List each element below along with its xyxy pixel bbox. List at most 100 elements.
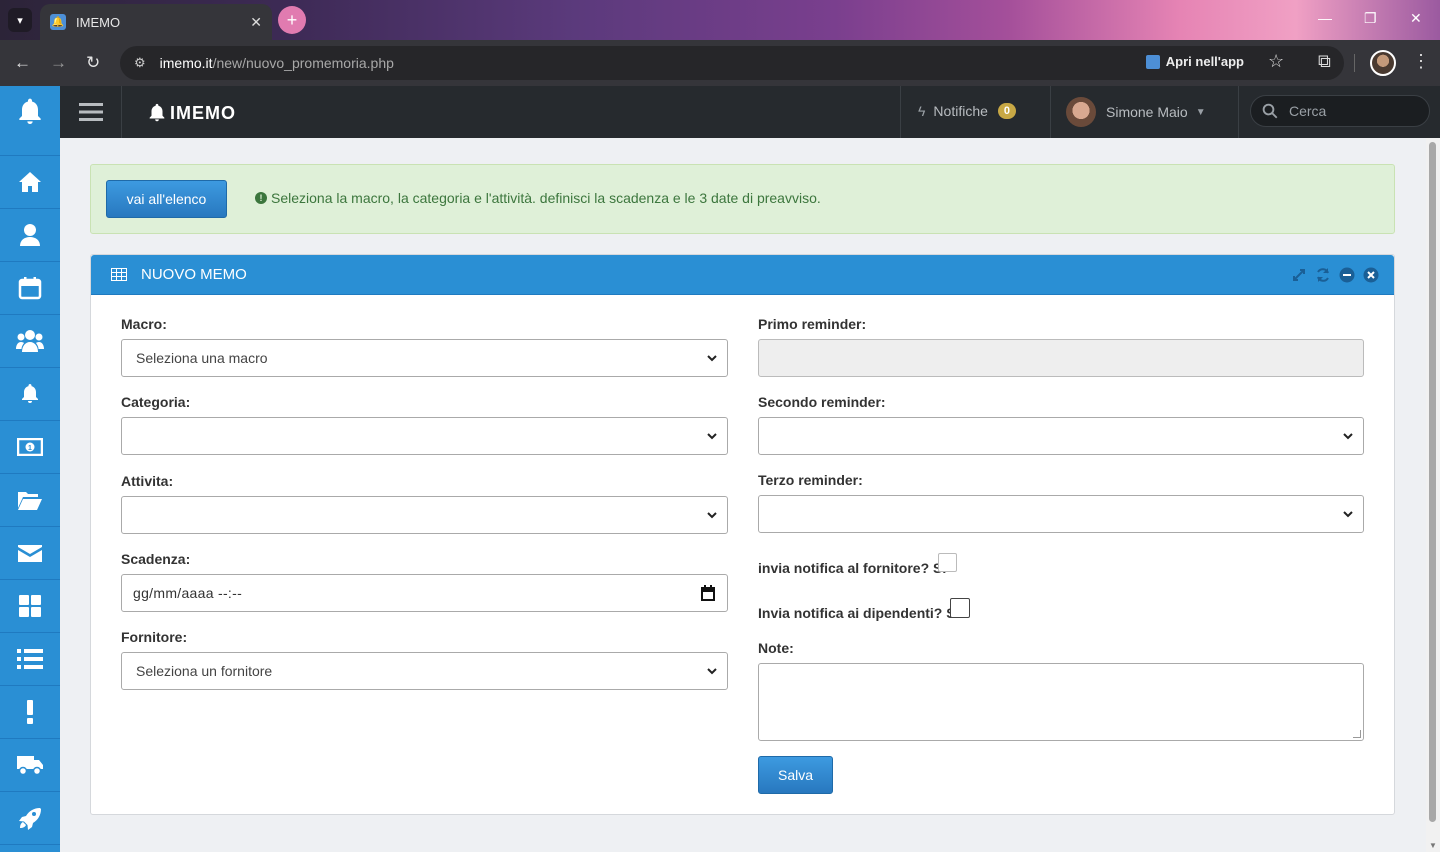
alert-text: Seleziona la macro, la categoria e l'att… bbox=[271, 190, 821, 206]
note-textarea[interactable] bbox=[758, 663, 1364, 741]
new-tab-button[interactable]: + bbox=[278, 6, 306, 34]
menu-toggle-icon[interactable] bbox=[60, 86, 122, 138]
header-divider bbox=[900, 86, 901, 138]
user-name: Simone Maio bbox=[1106, 104, 1188, 120]
calendar-icon bbox=[18, 277, 42, 300]
dashboard-icon bbox=[19, 595, 41, 617]
money-icon: 1 bbox=[17, 438, 43, 456]
open-in-app-button[interactable]: Apri nell'app bbox=[1145, 54, 1244, 69]
sidebar-item-dashboard[interactable] bbox=[0, 580, 60, 633]
attivita-label: Attivita: bbox=[121, 473, 174, 489]
macro-select[interactable]: Seleziona una macro bbox=[121, 339, 728, 377]
minimize-icon[interactable]: — bbox=[1318, 10, 1332, 26]
macro-label: Macro: bbox=[121, 316, 167, 332]
bookmark-star-icon[interactable]: ☆ bbox=[1268, 51, 1284, 72]
app-icon bbox=[1145, 54, 1160, 69]
save-button[interactable]: Salva bbox=[758, 756, 833, 794]
profile-avatar[interactable] bbox=[1370, 50, 1396, 76]
sidebar-item-reminders[interactable] bbox=[0, 368, 60, 421]
attivita-select[interactable] bbox=[121, 496, 728, 534]
terzo-reminder-select[interactable] bbox=[758, 495, 1364, 533]
chevron-down-icon bbox=[1343, 433, 1353, 440]
sidebar-item-calendar[interactable] bbox=[0, 262, 60, 315]
extensions-icon[interactable]: ⧉ bbox=[1318, 51, 1331, 72]
sidebar-item-payments[interactable]: 1 bbox=[0, 421, 60, 474]
sidebar-item-alerts[interactable] bbox=[0, 686, 60, 739]
sidebar-item-users[interactable] bbox=[0, 315, 60, 368]
sidebar-item-user[interactable] bbox=[0, 209, 60, 262]
sidebar-item-documents[interactable] bbox=[0, 474, 60, 527]
users-icon bbox=[16, 330, 44, 352]
expand-icon[interactable] bbox=[1290, 266, 1308, 284]
fornitore-select[interactable]: Seleziona un fornitore bbox=[121, 652, 728, 690]
sidebar-spacer bbox=[0, 138, 60, 156]
sidebar-item-suppliers[interactable] bbox=[0, 739, 60, 792]
folder-open-icon bbox=[18, 492, 42, 510]
sidebar-item-messages[interactable] bbox=[0, 527, 60, 580]
chevron-down-icon bbox=[707, 668, 717, 675]
chevron-down-icon bbox=[707, 355, 717, 362]
favicon-icon: 🔔 bbox=[50, 14, 66, 30]
caret-down-icon: ▼ bbox=[1195, 106, 1206, 118]
main-content: vai all'elenco ! Seleziona la macro, la … bbox=[60, 138, 1426, 852]
maximize-icon[interactable]: ❐ bbox=[1364, 10, 1377, 27]
fornitore-label: Fornitore: bbox=[121, 629, 188, 645]
secondo-reminder-select[interactable] bbox=[758, 417, 1364, 455]
panel-tools bbox=[1290, 266, 1380, 284]
notifica-fornitore-checkbox[interactable] bbox=[938, 553, 957, 572]
logo-bell-icon[interactable] bbox=[0, 86, 60, 138]
scadenza-datetime-input[interactable]: gg/mm/aaaa --:-- bbox=[121, 574, 728, 612]
tab-search-icon[interactable]: ▾ bbox=[8, 8, 32, 32]
collapse-icon[interactable] bbox=[1338, 266, 1356, 284]
sidebar-item-home[interactable] bbox=[0, 156, 60, 209]
window-close-icon[interactable]: ✕ bbox=[1410, 10, 1422, 27]
bolt-icon: ϟ bbox=[918, 103, 926, 119]
user-menu[interactable]: Simone Maio ▼ bbox=[1066, 97, 1206, 127]
reload-icon[interactable]: ↻ bbox=[86, 53, 100, 73]
sidebar-item-list[interactable] bbox=[0, 633, 60, 686]
brand-logo[interactable]: IMEMO bbox=[146, 102, 236, 124]
refresh-icon[interactable] bbox=[1314, 266, 1332, 284]
home-icon bbox=[19, 172, 41, 192]
browser-menu-icon[interactable]: ⋮ bbox=[1412, 51, 1430, 72]
search-input[interactable]: Cerca bbox=[1250, 95, 1430, 127]
scrollbar-thumb[interactable] bbox=[1429, 142, 1436, 822]
toolbar-divider bbox=[1354, 54, 1355, 72]
rocket-icon bbox=[19, 808, 41, 830]
panel-title: NUOVO MEMO bbox=[141, 266, 247, 283]
notifica-dipendenti-label: Invia notifica ai dipendenti? SI bbox=[758, 605, 960, 621]
chevron-down-icon bbox=[707, 512, 717, 519]
notifica-dipendenti-checkbox[interactable] bbox=[950, 598, 970, 618]
calendar-picker-icon[interactable] bbox=[701, 585, 715, 601]
sidebar-item-launch[interactable] bbox=[0, 792, 60, 845]
panel-header: NUOVO MEMO bbox=[91, 255, 1394, 295]
header-divider bbox=[1050, 86, 1051, 138]
terzo-reminder-label: Terzo reminder: bbox=[758, 472, 863, 488]
browser-tab[interactable]: 🔔 IMEMO ✕ bbox=[40, 4, 272, 40]
table-icon bbox=[111, 268, 127, 281]
sidebar: 1 bbox=[0, 138, 60, 852]
page-scrollbar[interactable]: ▼ bbox=[1426, 138, 1440, 852]
header-divider bbox=[1238, 86, 1239, 138]
exclamation-icon bbox=[27, 700, 33, 724]
go-to-list-button[interactable]: vai all'elenco bbox=[106, 180, 227, 218]
forward-icon[interactable]: → bbox=[50, 53, 67, 73]
back-icon[interactable]: ← bbox=[14, 53, 31, 73]
primo-reminder-input bbox=[758, 339, 1364, 377]
bell-icon bbox=[22, 384, 38, 403]
scadenza-placeholder: gg/mm/aaaa --:-- bbox=[133, 585, 243, 601]
new-memo-panel: NUOVO MEMO Macro: Seleziona una macro Ca… bbox=[90, 254, 1395, 815]
resize-handle[interactable] bbox=[1353, 730, 1361, 738]
browser-tab-bar: ▾ 🔔 IMEMO ✕ + — ❐ ✕ bbox=[0, 0, 1440, 40]
search-placeholder: Cerca bbox=[1289, 103, 1327, 119]
scroll-down-icon[interactable]: ▼ bbox=[1429, 841, 1437, 850]
truck-icon bbox=[17, 756, 43, 776]
categoria-select[interactable] bbox=[121, 417, 728, 455]
notifications-button[interactable]: ϟ Notifiche 0 bbox=[918, 103, 1017, 119]
brand-name: IMEMO bbox=[170, 102, 236, 123]
site-info-icon[interactable]: ⚙ bbox=[134, 55, 146, 71]
envelope-icon bbox=[18, 545, 42, 562]
alert-message: ! Seleziona la macro, la categoria e l'a… bbox=[255, 190, 821, 206]
close-panel-icon[interactable] bbox=[1362, 266, 1380, 284]
tab-close-icon[interactable]: ✕ bbox=[250, 14, 262, 31]
